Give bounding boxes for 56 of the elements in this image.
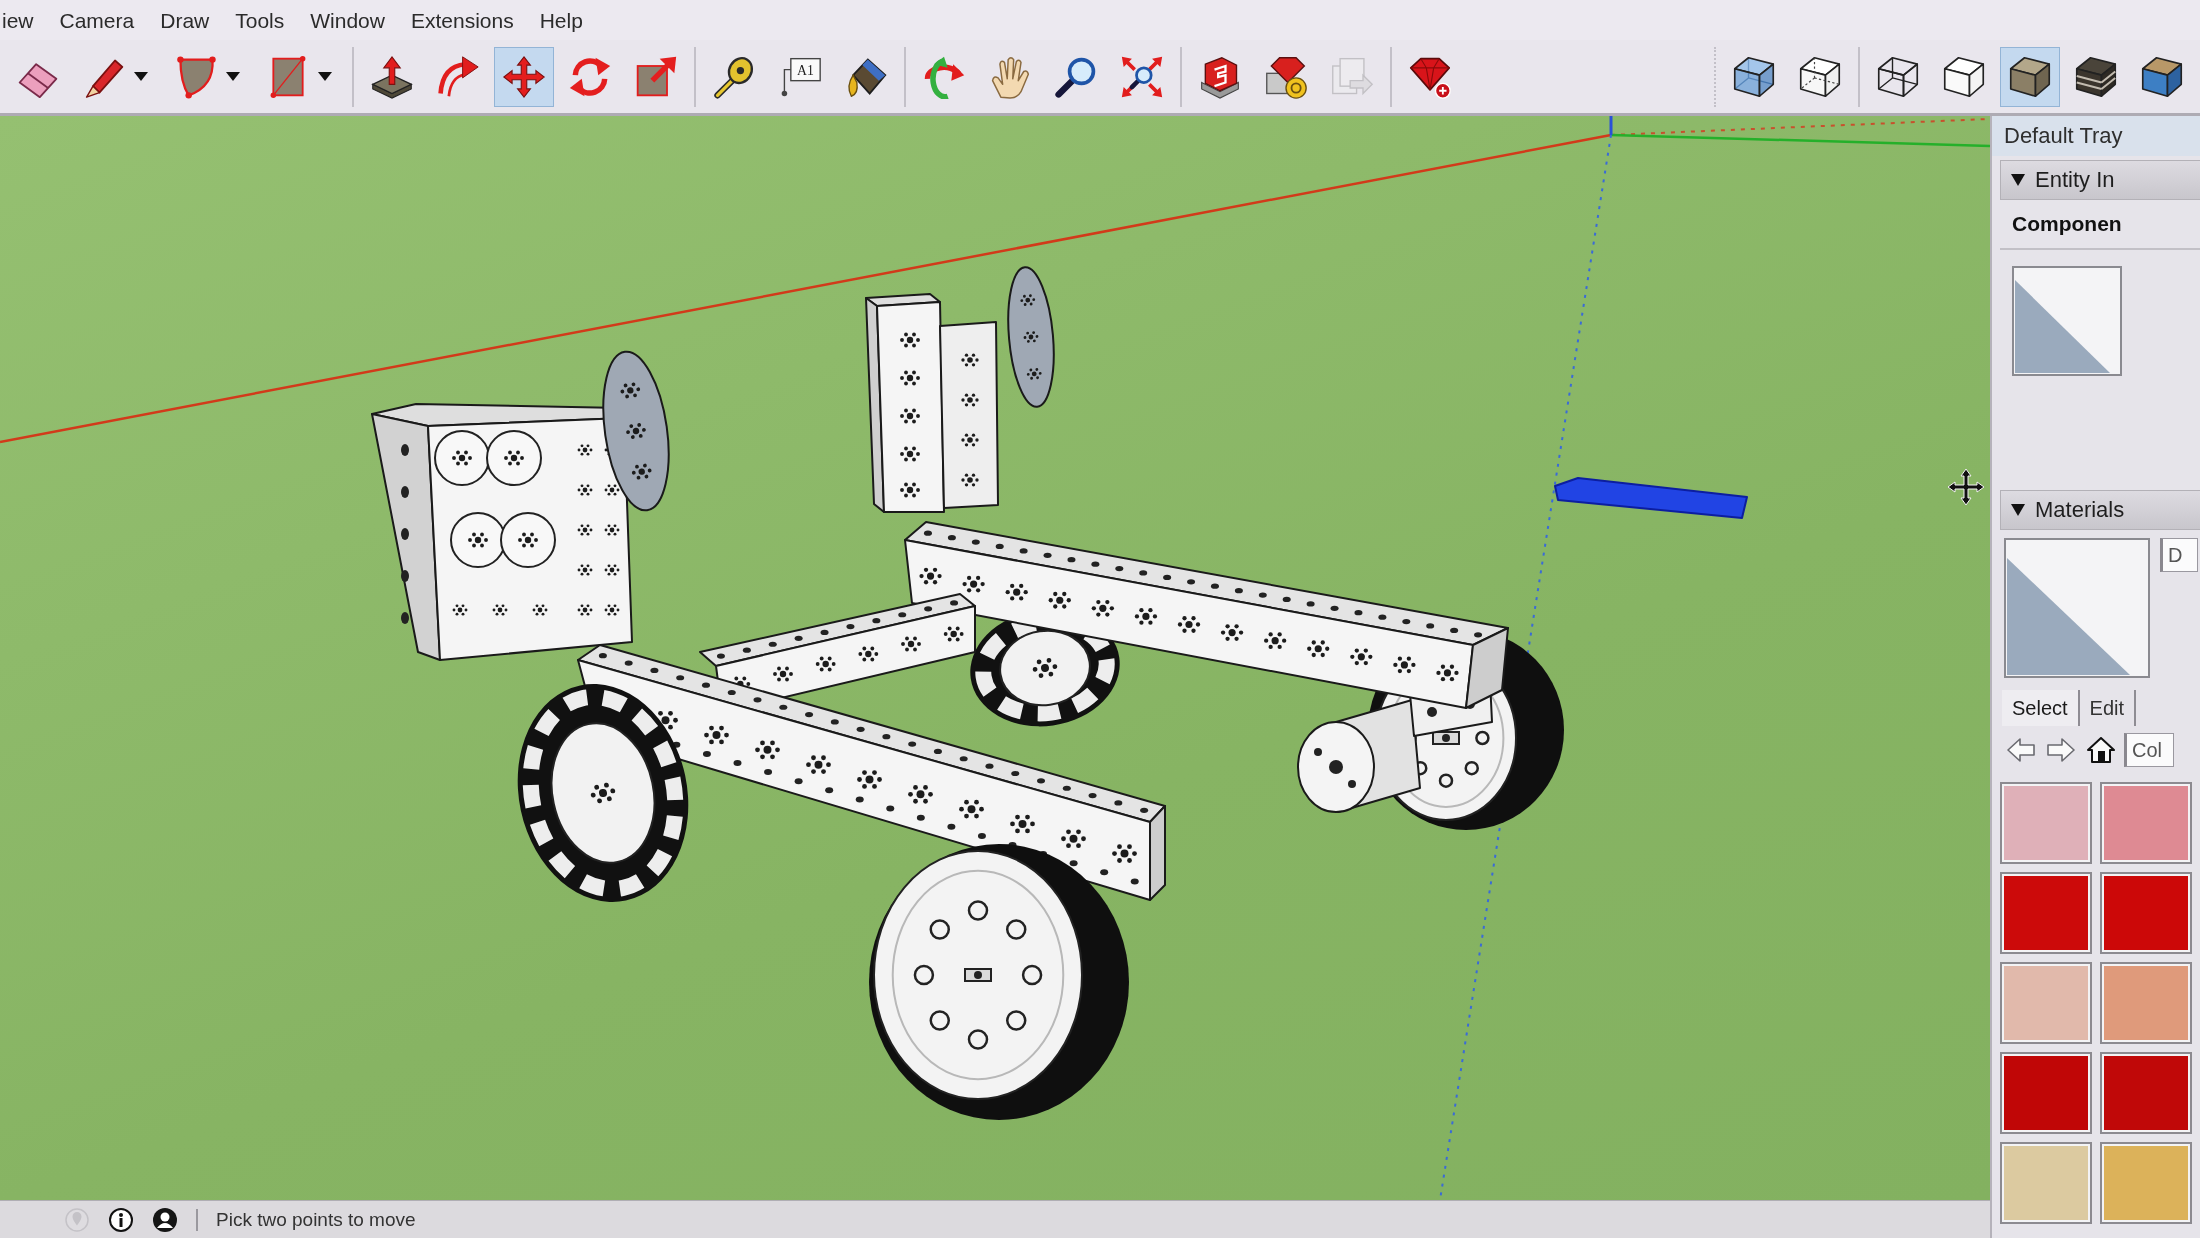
move-icon: [502, 54, 546, 99]
collection-field[interactable]: Col: [2124, 733, 2174, 767]
material-swatch[interactable]: [2100, 962, 2192, 1044]
menu-item[interactable]: Tools: [235, 9, 285, 33]
zoom-extents-icon: [1120, 54, 1164, 99]
panel-header[interactable]: Materials: [2000, 490, 2200, 530]
shaded-cube-icon: [2008, 54, 2052, 99]
scale-icon: [634, 54, 678, 99]
z-axis-line: [1609, 116, 1613, 135]
user-icon[interactable]: [152, 1206, 178, 1233]
home-icon: [2087, 737, 2115, 763]
material-swatch[interactable]: [2100, 872, 2192, 954]
curved-arrow-icon: [436, 54, 480, 99]
move-tool-button[interactable]: [494, 46, 554, 107]
material-swatch[interactable]: [2000, 962, 2092, 1044]
tray-title: Default Tray: [1992, 116, 2200, 156]
info-icon[interactable]: [108, 1206, 134, 1233]
translucent-cube-icon: [1732, 54, 1776, 99]
material-swatch[interactable]: [2100, 1142, 2192, 1224]
tab[interactable]: Edit: [2079, 690, 2137, 726]
menu-item[interactable]: Help: [539, 9, 583, 33]
panel-header[interactable]: Entity In: [2000, 160, 2200, 200]
material-swatch[interactable]: [2100, 1052, 2192, 1134]
gem-box-icon: [1264, 54, 1308, 99]
orbit-icon: [922, 54, 966, 99]
wireframe-cube-icon: [1876, 54, 1920, 99]
move-cursor-icon: [1947, 468, 1985, 506]
material-swatch[interactable]: [2000, 872, 2092, 954]
left-arrow-icon: [2007, 737, 2035, 763]
outline-cube-icon: [1942, 54, 1986, 99]
material-swatch[interactable]: [2000, 1142, 2092, 1224]
menu-item[interactable]: iew: [2, 9, 34, 33]
two-tone-cube-icon: [2140, 54, 2184, 99]
menu-item[interactable]: Window: [310, 9, 385, 33]
caret-icon: [318, 72, 332, 81]
striped-cube-icon: [2074, 54, 2118, 99]
material-swatch[interactable]: [2000, 782, 2092, 864]
box-icon: [1198, 54, 1242, 99]
dashed-cube-icon: [1798, 54, 1842, 99]
menu-item[interactable]: Camera: [59, 9, 135, 33]
right-arrow-icon: [2047, 737, 2075, 763]
tab[interactable]: Select: [2002, 690, 2080, 726]
status-message: Pick two points to move: [216, 1208, 416, 1231]
tape-measure-icon: [712, 54, 756, 99]
material-swatch[interactable]: [2000, 1052, 2092, 1134]
material-name-field[interactable]: D: [2160, 538, 2198, 572]
menu-item[interactable]: Draw: [160, 9, 210, 33]
material-swatch[interactable]: [2100, 782, 2192, 864]
push-pull-icon: [370, 54, 414, 99]
shaded-style-button[interactable]: [2000, 46, 2060, 107]
component-heading: Componen: [2000, 200, 2200, 250]
arc-shape-icon: [174, 54, 218, 99]
caret-icon: [134, 72, 148, 81]
text-tool-button[interactable]: A1: [770, 46, 830, 107]
caret-icon: [226, 72, 240, 81]
menu-item[interactable]: Extensions: [410, 9, 514, 33]
